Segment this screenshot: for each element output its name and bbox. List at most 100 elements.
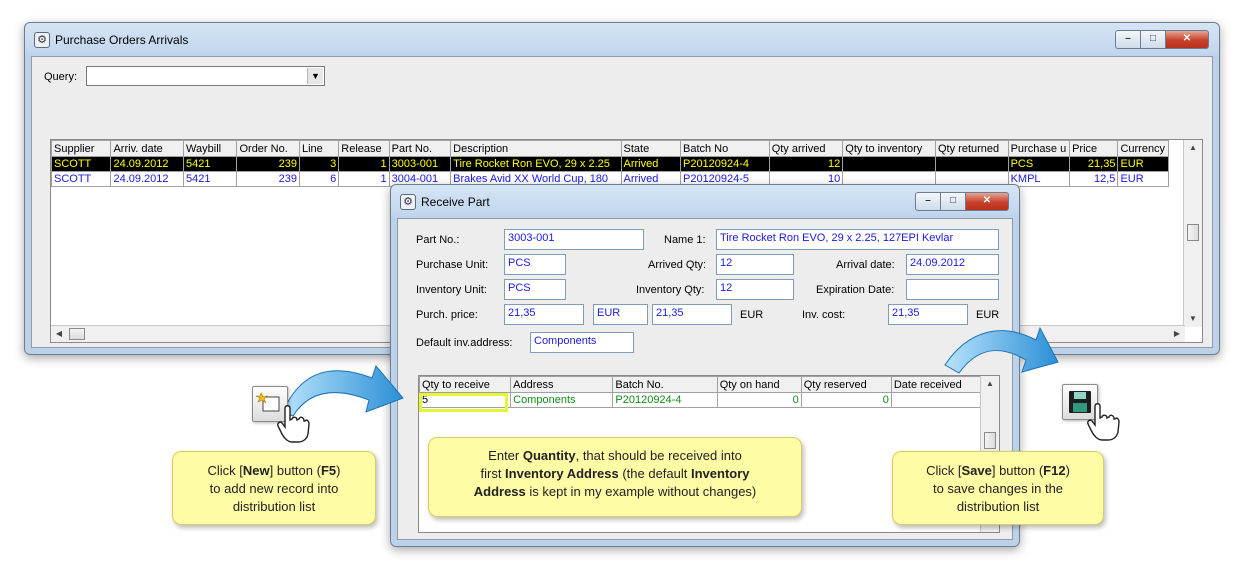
default-address-field[interactable]: Components [530,332,634,353]
table-cell[interactable]: 24.09.2012 [110,171,185,187]
column-header[interactable]: Qty arrived [768,140,844,157]
gear-icon: ⚙ [34,32,50,48]
close-button[interactable]: ✕ [966,192,1009,211]
table-cell[interactable] [842,156,936,172]
table-cell[interactable] [890,392,983,408]
scroll-thumb[interactable] [984,432,996,449]
part-no-field[interactable]: 3003-001 [504,229,644,250]
column-header[interactable]: Purchase u [1007,140,1071,157]
table-cell[interactable]: 1 [338,171,390,187]
table-cell[interactable]: 21,35 [1069,156,1119,172]
currency-label: EUR [740,309,764,321]
column-header[interactable]: Order No. [236,140,300,157]
gear-icon: ⚙ [400,194,416,210]
table-cell[interactable]: 24.09.2012 [110,156,185,172]
column-header[interactable]: Currency [1117,140,1169,157]
table-cell[interactable]: 239 [236,171,300,187]
expiration-date-field[interactable] [906,279,999,300]
table-cell[interactable]: 5421 [183,171,238,187]
column-header[interactable]: Qty returned [935,140,1009,157]
column-header[interactable]: Address [510,376,614,393]
purch-currency-field[interactable]: EUR [593,304,648,325]
column-header[interactable]: Release [338,140,390,157]
table-cell[interactable]: 239 [236,156,300,172]
maximize-button[interactable]: □ [941,192,966,211]
table-cell[interactable]: Arrived [620,156,681,172]
window-title: Purchase Orders Arrivals [55,33,189,47]
hand-pointer-icon [1087,403,1120,441]
column-header[interactable]: Arriv. date [110,140,185,157]
grid-vertical-scrollbar[interactable]: ▲ ▼ [1183,140,1202,327]
table-cell[interactable]: P20120924-4 [612,392,718,408]
inventory-qty-field[interactable]: 12 [716,279,794,300]
chevron-down-icon[interactable]: ▼ [307,68,323,84]
arrived-qty-label: Arrived Qty: [648,259,707,271]
table-cell[interactable]: EUR [1117,171,1169,187]
column-header[interactable]: Qty to inventory [842,140,936,157]
part-no-label: Part No.: [416,234,460,246]
name1-label: Name 1: [664,234,706,246]
scroll-thumb[interactable] [1187,224,1199,241]
table-cell[interactable]: SCOTT [51,156,112,172]
table-cell[interactable] [935,156,1009,172]
scroll-left-icon[interactable]: ◀ [51,326,67,342]
column-header[interactable]: Batch No [679,140,770,157]
qty-input-highlight[interactable] [419,393,508,412]
purchase-unit-field[interactable]: PCS [504,254,566,275]
query-label: Query: [44,71,78,83]
table-cell[interactable]: 5421 [183,156,238,172]
table-cell[interactable]: Tire Rocket Ron EVO, 29 x 2.25 [450,156,622,172]
scroll-up-icon[interactable]: ▲ [1184,140,1202,156]
table-cell[interactable]: 12 [768,156,844,172]
purch-price-label: Purch. price: [416,309,478,321]
scroll-up-icon[interactable]: ▲ [981,376,999,392]
table-cell[interactable]: 0 [716,392,802,408]
arrived-qty-field[interactable]: 12 [716,254,794,275]
table-row[interactable]: SCOTT 24.09.2012 5421 239 3 1 3003-001 Tire Roc… [51,156,1169,172]
window-controls: – □ ✕ [1115,30,1209,49]
purch-price-field[interactable]: 21,35 [504,304,584,325]
column-header[interactable]: Description [450,140,622,157]
table-cell[interactable]: 6 [298,171,340,187]
window-title: Receive Part [421,195,490,209]
minimize-button[interactable]: – [1115,30,1141,49]
arrival-date-label: Arrival date: [836,259,895,271]
quantity-callout: Enter Quantity, that should be received … [428,437,802,517]
column-header[interactable]: Qty reserved [800,376,892,393]
inv-cost-field[interactable]: 21,35 [888,304,968,325]
column-header[interactable]: Qty to receive [419,376,512,393]
column-header[interactable]: Price [1069,140,1119,157]
close-button[interactable]: ✕ [1166,30,1209,49]
inventory-qty-label: Inventory Qty: [636,284,705,296]
maximize-button[interactable]: □ [1141,30,1166,49]
table-cell[interactable]: 1 [338,156,390,172]
column-header[interactable]: Batch No. [612,376,718,393]
column-header[interactable]: Part No. [388,140,452,157]
table-cell[interactable]: P20120924-4 [679,156,770,172]
new-button-callout: Click [New] button (F5) to add new recor… [172,451,376,525]
table-cell[interactable]: 0 [800,392,892,408]
column-header[interactable]: Qty on hand [716,376,802,393]
column-header[interactable]: Supplier [51,140,112,157]
column-header[interactable]: Line [298,140,340,157]
column-header[interactable]: State [620,140,681,157]
purchase-unit-label: Purchase Unit: [416,259,489,271]
table-cell[interactable]: PCS [1007,156,1071,172]
table-cell[interactable]: SCOTT [51,171,112,187]
table-cell[interactable]: EUR [1117,156,1169,172]
table-cell[interactable]: Components [510,392,614,408]
scroll-thumb[interactable] [69,328,85,340]
column-header[interactable]: Date received [890,376,983,393]
inventory-unit-field[interactable]: PCS [504,279,566,300]
scroll-right-icon[interactable]: ▶ [1169,326,1185,342]
name1-field[interactable]: Tire Rocket Ron EVO, 29 x 2.25, 127EPI K… [716,229,999,250]
arrival-date-field[interactable]: 24.09.2012 [906,254,999,275]
table-cell[interactable]: 12,5 [1069,171,1119,187]
purch-price-converted-field[interactable]: 21,35 [652,304,732,325]
table-cell[interactable]: 3003-001 [388,156,452,172]
query-select[interactable]: ▼ [86,66,325,86]
column-header[interactable]: Waybill [183,140,238,157]
scroll-down-icon[interactable]: ▼ [1184,311,1202,327]
table-cell[interactable]: 3 [298,156,340,172]
minimize-button[interactable]: – [915,192,941,211]
